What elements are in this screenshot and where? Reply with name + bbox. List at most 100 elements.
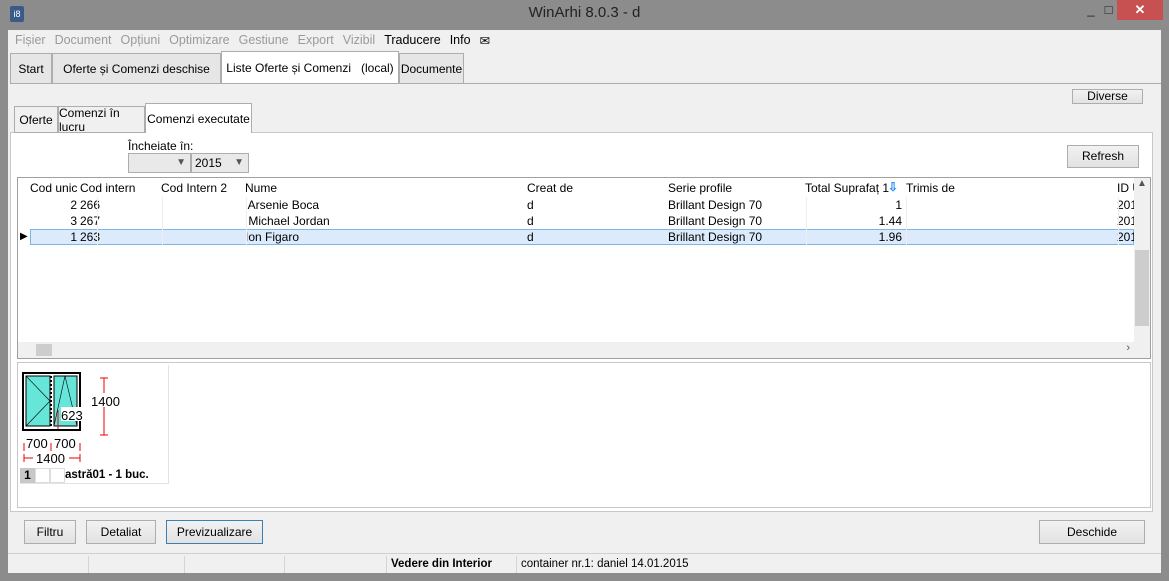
grid-line xyxy=(906,229,907,245)
column-header[interactable]: ID U xyxy=(1117,180,1134,196)
handle-dimension: 623 xyxy=(61,408,83,423)
column-header[interactable]: Nume xyxy=(245,180,525,196)
table-cell[interactable]: 1 xyxy=(805,197,902,213)
open-button[interactable]: Deschide xyxy=(1039,520,1145,544)
table-cell[interactable]: Brillant Design 70 xyxy=(668,213,805,229)
table-cell[interactable]: 201 xyxy=(1117,229,1134,245)
tab-label: Liste Oferte și Comenzi (local) xyxy=(226,61,394,75)
table-cell[interactable]: Brillant Design 70 xyxy=(668,229,805,245)
column-header[interactable]: Creat de xyxy=(527,180,665,196)
filter-label: Încheiate în: xyxy=(128,139,194,153)
table-cell[interactable] xyxy=(906,213,1116,229)
scroll-thumb[interactable] xyxy=(36,344,52,356)
table-cell[interactable]: 201 xyxy=(1117,197,1134,213)
window-drawing xyxy=(22,372,116,464)
tab-label: Comenzi în lucru xyxy=(59,105,120,134)
table-cell[interactable]: 1.96 xyxy=(805,229,902,245)
subtab-orders-in-progress[interactable]: Comenzi în lucru xyxy=(58,105,145,134)
table-cell[interactable] xyxy=(906,197,1116,213)
tab-label: Comenzi executate xyxy=(147,112,250,126)
table-cell[interactable]: 267 xyxy=(80,213,158,229)
grid-line xyxy=(246,213,247,229)
status-pane xyxy=(185,556,285,573)
table-cell[interactable]: d xyxy=(527,229,665,245)
table-cell[interactable]: d xyxy=(527,197,665,213)
tab-divider xyxy=(10,83,1161,84)
grid-line xyxy=(246,229,247,245)
tab-label: Oferte și Comenzi deschise xyxy=(63,61,210,76)
window-thumbnail[interactable]: 1400 623 700 700 1400 1 astră01 - 1 buc. xyxy=(20,365,169,484)
grid-line xyxy=(806,197,807,213)
subtab-offers[interactable]: Oferte xyxy=(14,106,58,133)
scroll-up-icon[interactable]: ▲ xyxy=(1134,178,1150,189)
tab-label: Documente xyxy=(400,61,463,76)
envelope-icon[interactable]: ✉ xyxy=(480,33,490,48)
grid-line xyxy=(97,229,98,245)
grid-line xyxy=(1118,213,1119,229)
grid-line xyxy=(162,197,163,213)
table-cell[interactable]: Ion Figaro xyxy=(245,229,525,245)
grid-line xyxy=(806,229,807,245)
table-cell[interactable] xyxy=(906,229,1116,245)
status-pane xyxy=(8,556,89,573)
column-header[interactable]: Serie profile xyxy=(668,180,805,196)
table-cell[interactable]: 1.44 xyxy=(805,213,902,229)
subtab-orders-executed[interactable]: Comenzi executate xyxy=(145,103,252,133)
close-button[interactable]: ✕ xyxy=(1117,0,1163,20)
tab-label: Start xyxy=(18,61,44,76)
table-cell[interactable] xyxy=(161,229,244,245)
table-cell[interactable]: 201 xyxy=(1117,213,1134,229)
sort-down-arrow-icon[interactable]: ⇩ xyxy=(888,179,898,195)
scroll-right-icon[interactable]: › xyxy=(1126,342,1130,354)
maximize-button[interactable]: □ xyxy=(1100,0,1117,20)
diverse-button[interactable]: Diverse xyxy=(1072,89,1143,104)
grid-line xyxy=(1118,229,1119,245)
preview-button[interactable]: Previzualizare xyxy=(166,520,263,544)
column-header[interactable]: Cod unic xyxy=(30,180,77,196)
table-cell[interactable] xyxy=(161,213,244,229)
grid-line xyxy=(806,213,807,229)
width-dimension: 1400 xyxy=(36,451,65,466)
detail-button[interactable]: Detaliat xyxy=(86,520,156,544)
filter-button[interactable]: Filtru xyxy=(24,520,76,544)
table-cell[interactable]: Brillant Design 70 xyxy=(668,197,805,213)
table-cell[interactable]: Michael Jordan xyxy=(245,213,525,229)
column-header[interactable]: Trimis de xyxy=(906,180,1116,196)
table-cell[interactable]: 263 xyxy=(80,229,158,245)
menu-item-1[interactable]: Document xyxy=(55,33,112,48)
month-select[interactable]: ▼ xyxy=(128,153,191,173)
table-cell[interactable]: 3 xyxy=(30,213,77,229)
table-cell[interactable]: Arsenie Boca xyxy=(245,197,525,213)
table-cell[interactable]: 1 xyxy=(30,229,77,245)
menu-item-2[interactable]: Opțiuni xyxy=(121,33,161,48)
grid-line xyxy=(1118,197,1119,213)
horizontal-scrollbar[interactable]: › xyxy=(18,342,1150,358)
tab-start[interactable]: Start xyxy=(10,53,52,84)
menu-item-6[interactable]: Vizibil xyxy=(343,33,375,48)
table-cell[interactable]: 2 xyxy=(30,197,77,213)
table-cell[interactable] xyxy=(161,197,244,213)
refresh-button[interactable]: Refresh xyxy=(1067,145,1139,168)
vertical-scrollbar[interactable]: ▲ xyxy=(1134,178,1150,342)
menu-item-7[interactable]: Traducere xyxy=(384,33,441,48)
tab-open-offers[interactable]: Oferte și Comenzi deschise xyxy=(52,53,221,84)
scroll-thumb[interactable] xyxy=(1135,250,1149,326)
tab-documents[interactable]: Documente xyxy=(399,53,464,84)
preview-caption: astră01 - 1 buc. xyxy=(65,469,149,481)
menu-item-4[interactable]: Gestiune xyxy=(239,33,289,48)
table-cell[interactable]: 266 xyxy=(80,197,158,213)
app-icon: i8 xyxy=(10,6,24,22)
column-header[interactable]: Cod intern xyxy=(80,180,158,196)
table-cell[interactable]: d xyxy=(527,213,665,229)
column-header[interactable]: Cod Intern 2 xyxy=(161,180,244,196)
page-box xyxy=(50,468,65,483)
menu-item-5[interactable]: Export xyxy=(298,33,334,48)
menu-item-8[interactable]: Info xyxy=(450,33,471,48)
menu-item-3[interactable]: Optimizare xyxy=(169,33,229,48)
menu-item-0[interactable]: Fișier xyxy=(15,33,46,48)
tab-lists-local[interactable]: Liste Oferte și Comenzi (local) xyxy=(221,51,399,84)
status-info: container nr.1: daniel 14.01.2015 xyxy=(521,558,689,570)
sash1-dimension: 700 xyxy=(26,436,48,451)
year-select[interactable]: 2015 ▼ xyxy=(191,153,249,173)
year-value: 2015 xyxy=(195,156,222,170)
